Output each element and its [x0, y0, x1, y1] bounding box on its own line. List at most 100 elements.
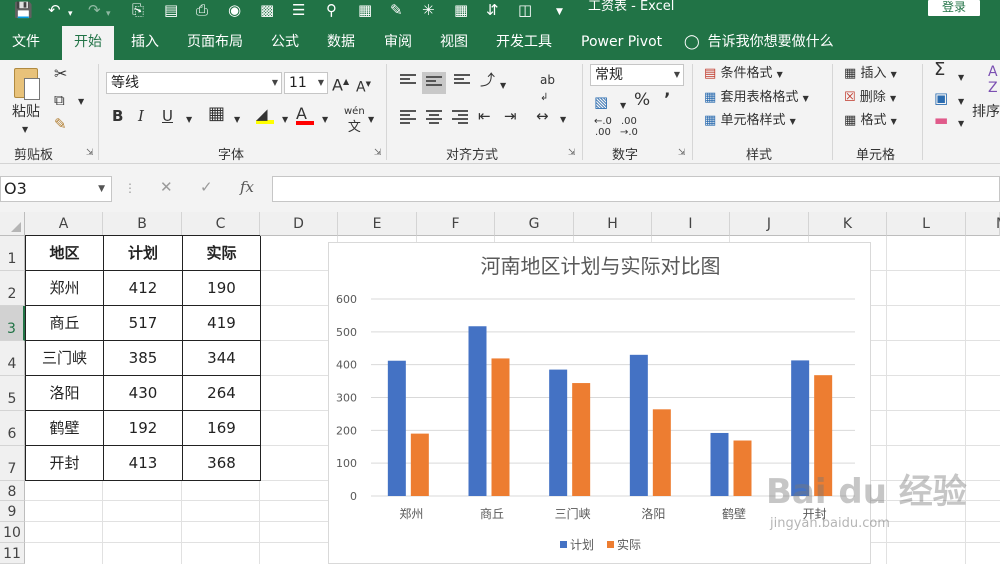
decrease-indent-icon[interactable]: ⇤ — [478, 108, 491, 124]
login-button[interactable]: 登录 — [928, 0, 980, 16]
align-middle-icon[interactable] — [422, 72, 446, 94]
row-header[interactable]: 1 — [0, 236, 25, 271]
fill-dropdown-icon[interactable]: ▼ — [958, 94, 964, 110]
table-header-cell[interactable]: 计划 — [104, 236, 183, 271]
find-icon[interactable]: ⚲ — [326, 1, 337, 19]
tab-formulas[interactable]: 公式 — [271, 33, 299, 51]
table-cell[interactable]: 344 — [183, 341, 261, 376]
calculator-icon[interactable]: ▦ — [358, 1, 372, 19]
form-icon[interactable]: ☰ — [292, 1, 305, 19]
bar-actual[interactable] — [733, 440, 752, 496]
tab-file[interactable]: 文件 — [12, 33, 40, 51]
accounting-format-icon[interactable]: ▧ — [594, 94, 608, 110]
tell-me-box[interactable]: ◯ 告诉我你想要做什么 — [684, 33, 834, 51]
legend-label[interactable]: 计划 — [570, 538, 594, 552]
italic-icon[interactable]: I — [138, 108, 144, 124]
column-header[interactable]: C — [182, 212, 260, 236]
decrease-font-icon[interactable]: A▼ — [356, 76, 371, 96]
bar-actual[interactable] — [572, 383, 591, 496]
number-launcher-icon[interactable]: ⇲ — [678, 148, 686, 158]
paste-button[interactable] — [12, 68, 42, 102]
tab-developer[interactable]: 开发工具 — [496, 33, 552, 51]
row-header[interactable]: 4 — [0, 341, 25, 376]
paste-label[interactable]: 粘贴 — [12, 104, 40, 120]
column-header[interactable]: B — [103, 212, 182, 236]
sort-icon[interactable]: ⇵ — [486, 1, 499, 19]
merge-center-icon[interactable]: ↔ — [536, 108, 549, 124]
table-cell[interactable]: 368 — [183, 446, 261, 481]
bar-actual[interactable] — [652, 409, 671, 496]
name-box[interactable]: O3 ▼ — [0, 176, 112, 202]
column-header[interactable]: L — [887, 212, 966, 236]
format-cells-button[interactable]: ▦ 格式 ▼ — [844, 113, 897, 130]
tab-view[interactable]: 视图 — [440, 33, 468, 51]
column-header[interactable]: D — [260, 212, 338, 236]
format-as-table-button[interactable]: ▦ 套用表格格式 ▼ — [704, 90, 809, 107]
row-header[interactable]: 8 — [0, 481, 25, 501]
table-cell[interactable]: 开封 — [26, 446, 104, 481]
bar-plan[interactable] — [468, 326, 487, 496]
bold-icon[interactable]: B — [112, 108, 123, 124]
more-options-icon[interactable]: ⋮ — [124, 181, 136, 195]
font-color-icon[interactable]: A — [296, 106, 314, 125]
align-top-icon[interactable] — [400, 74, 416, 88]
row-header[interactable]: 5 — [0, 376, 25, 411]
row-header[interactable]: 11 — [0, 543, 25, 564]
phonetic-icon[interactable]: wén 文 — [344, 104, 365, 137]
clipboard-launcher-icon[interactable]: ⇲ — [86, 148, 94, 158]
table-cell[interactable]: 169 — [183, 411, 261, 446]
number-format-select[interactable]: 常规 ▼ — [590, 64, 684, 86]
increase-font-icon[interactable]: A▲ — [332, 74, 349, 93]
font-color-dropdown-icon[interactable]: ▼ — [322, 112, 328, 128]
delete-cells-button[interactable]: ☒ 删除 ▼ — [844, 90, 896, 107]
insert-function-icon[interactable]: fx — [240, 178, 254, 196]
tab-insert[interactable]: 插入 — [131, 33, 159, 51]
column-header[interactable]: G — [495, 212, 574, 236]
bar-actual[interactable] — [410, 433, 429, 496]
chart-title[interactable]: 河南地区计划与实际对比图 — [481, 254, 721, 278]
row-header[interactable]: 2 — [0, 271, 25, 306]
conditional-formatting-button[interactable]: ▤ 条件格式 ▼ — [704, 66, 783, 83]
fill-color-dropdown-icon[interactable]: ▼ — [282, 112, 288, 128]
select-all-corner[interactable] — [0, 212, 25, 236]
row-header[interactable]: 6 — [0, 411, 25, 446]
borders-icon[interactable]: ▦ — [208, 105, 225, 123]
align-center-icon[interactable] — [426, 110, 442, 124]
paste-dropdown-icon[interactable]: ▼ — [22, 122, 28, 138]
comma-style-icon[interactable]: ’ — [664, 92, 670, 109]
redo-icon[interactable]: ↷ — [88, 1, 101, 19]
clear-dropdown-icon[interactable]: ▼ — [958, 116, 964, 132]
table-cell[interactable]: 洛阳 — [26, 376, 104, 411]
copy-icon[interactable]: ⧉ — [54, 92, 65, 108]
copy-dropdown-icon[interactable]: ▼ — [78, 94, 84, 110]
table-cell[interactable]: 190 — [183, 271, 261, 306]
align-bottom-icon[interactable] — [454, 74, 470, 88]
legend-label[interactable]: 实际 — [617, 537, 641, 552]
cut-icon[interactable]: ✂ — [54, 66, 67, 82]
align-right-icon[interactable] — [452, 110, 468, 124]
increase-decimal-icon[interactable]: ←.0.00 — [594, 116, 612, 138]
column-header[interactable]: J — [730, 212, 809, 236]
grid-icon[interactable]: ▦ — [454, 1, 468, 19]
bar-plan[interactable] — [629, 354, 648, 496]
alignment-launcher-icon[interactable]: ⇲ — [568, 148, 576, 158]
column-header[interactable]: I — [652, 212, 730, 236]
column-header[interactable]: F — [417, 212, 495, 236]
autosum-dropdown-icon[interactable]: ▼ — [958, 70, 964, 86]
format-painter-icon[interactable]: ✎ — [54, 116, 67, 132]
clear-icon[interactable]: ▬ — [934, 112, 948, 128]
autosum-icon[interactable]: Σ — [934, 61, 945, 79]
align-left-icon[interactable] — [400, 110, 416, 124]
redo-dropdown-icon[interactable]: ▾ — [106, 5, 111, 23]
table-cell[interactable]: 413 — [104, 446, 183, 481]
row-header[interactable]: 7 — [0, 446, 25, 481]
table-cell[interactable]: 三门峡 — [26, 341, 104, 376]
undo-dropdown-icon[interactable]: ▾ — [68, 5, 73, 23]
font-launcher-icon[interactable]: ⇲ — [374, 148, 382, 158]
orientation-icon[interactable]: ⤴ — [480, 72, 495, 88]
tab-data[interactable]: 数据 — [327, 33, 355, 51]
document-icon[interactable]: ▤ — [164, 1, 178, 19]
tab-review[interactable]: 审阅 — [384, 33, 412, 51]
column-header[interactable]: H — [574, 212, 652, 236]
sort-filter-icon[interactable]: AZ — [988, 64, 998, 96]
